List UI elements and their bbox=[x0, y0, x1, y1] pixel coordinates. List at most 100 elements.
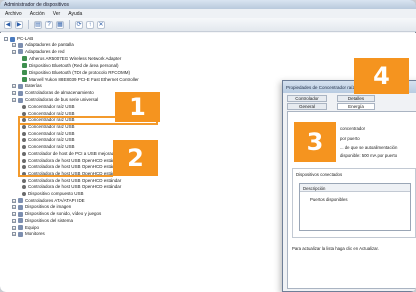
forward-icon[interactable]: ▶ bbox=[15, 20, 23, 29]
tree-device[interactable]: Dispositivo Bluetooth (TDI de protocolo … bbox=[22, 70, 130, 76]
tree-category[interactable]: + Monitores bbox=[12, 231, 45, 237]
network-icon bbox=[22, 63, 27, 69]
toolbar: ◀ ▶ ▤ ? ▦ ⟳ ↑ ✕ bbox=[0, 18, 416, 32]
menu-help[interactable]: Ayuda bbox=[68, 11, 82, 17]
connected-devices-group: Dispositivos conectados Descripción Puer… bbox=[292, 168, 416, 238]
tree-category[interactable]: + Controladoras de bus serie universal bbox=[12, 97, 98, 103]
tree-item-label: Equipo bbox=[25, 224, 40, 230]
uninstall-icon[interactable]: ✕ bbox=[97, 20, 105, 29]
list-header: Descripción bbox=[300, 184, 410, 192]
device-icon bbox=[18, 42, 23, 48]
device-manager-window: Administrador de dispositivos Archivo Ac… bbox=[0, 0, 416, 292]
menu-action[interactable]: Acción bbox=[30, 11, 45, 17]
tree-category[interactable]: + Controladores ATA/ATAPI IDE bbox=[12, 198, 85, 204]
usb-icon bbox=[22, 104, 26, 109]
usb-icon bbox=[22, 111, 26, 116]
expand-icon[interactable]: + bbox=[12, 218, 16, 223]
tree-item-label: Dispositivo Bluetooth (Red de área perso… bbox=[29, 62, 119, 68]
properties-icon[interactable]: ▤ bbox=[34, 20, 42, 29]
expand-icon[interactable]: + bbox=[12, 232, 16, 237]
network-icon bbox=[22, 56, 27, 62]
menu-view[interactable]: Ver bbox=[53, 11, 61, 17]
usb-icon bbox=[22, 185, 26, 190]
tree-category[interactable]: + Controladoras de almacenamiento bbox=[12, 90, 94, 96]
device-icon bbox=[18, 49, 23, 55]
expand-icon[interactable]: + bbox=[12, 49, 16, 54]
properties-dialog: Propiedades de Concentrador raíz USB Con… bbox=[282, 80, 416, 292]
tree-device[interactable]: Dispositivo compuesto USB bbox=[22, 191, 84, 197]
device-icon bbox=[18, 211, 23, 217]
tree-device[interactable]: Concentrador raíz USB bbox=[22, 104, 75, 110]
usb-icon bbox=[22, 178, 26, 183]
hub-info-line: por puerto bbox=[340, 136, 360, 141]
tree-category[interactable]: + Dispositivos de sonido, vídeo y juegos bbox=[12, 211, 101, 217]
tree-category[interactable]: + Adaptadores de red bbox=[12, 49, 65, 55]
menu-file[interactable]: Archivo bbox=[5, 11, 22, 17]
tree-device[interactable]: Dispositivo Bluetooth (Red de área perso… bbox=[22, 63, 119, 69]
tree-category[interactable]: + Equipo bbox=[12, 225, 39, 231]
tab-controller[interactable]: Controlador bbox=[287, 95, 327, 102]
expand-icon[interactable]: + bbox=[12, 98, 16, 103]
connected-devices-list[interactable]: Descripción Puertos disponibles bbox=[299, 183, 411, 231]
tree-item-label: Marvell Yukon 88E8039 PCI-E Fast Etherne… bbox=[29, 76, 139, 82]
help-icon[interactable]: ? bbox=[45, 20, 53, 29]
callout-4: 4 bbox=[354, 58, 409, 94]
device-icon bbox=[18, 231, 23, 237]
expand-icon[interactable]: + bbox=[12, 198, 16, 203]
tab-power[interactable]: Energía bbox=[337, 103, 375, 110]
menu-bar: Archivo Acción Ver Ayuda bbox=[0, 9, 416, 18]
tree-item-label: Controladoras de almacenamiento bbox=[25, 90, 94, 96]
collapse-icon[interactable]: - bbox=[4, 37, 8, 41]
tree-device[interactable]: Atheros AR5007EG Wireless Network Adapte… bbox=[22, 56, 121, 62]
expand-icon[interactable]: + bbox=[12, 91, 16, 96]
tree-category[interactable]: + Baterías bbox=[12, 83, 42, 89]
device-icon bbox=[18, 204, 23, 210]
network-icon bbox=[22, 70, 27, 76]
tree-item-label: Baterías bbox=[25, 83, 42, 89]
dialog-tabs: Controlador Detalles General Energía bbox=[287, 95, 416, 111]
tree-item-label: Controladora de host USB OpenHCD estánda… bbox=[28, 184, 122, 190]
tree-item-label: Concentrador raíz USB bbox=[28, 103, 75, 109]
expand-icon[interactable]: + bbox=[12, 225, 16, 230]
back-icon[interactable]: ◀ bbox=[4, 20, 12, 29]
update-driver-icon[interactable]: ↑ bbox=[86, 20, 94, 29]
toolbar-separator bbox=[28, 20, 29, 29]
tree-item-label: Dispositivos de sonido, vídeo y juegos bbox=[25, 211, 102, 217]
tree-item-label: Controladoras de bus serie universal bbox=[25, 97, 99, 103]
tree-item-label: Dispositivo Bluetooth (TDI de protocolo … bbox=[29, 69, 131, 75]
tree-category[interactable]: + Dispositivos de imagen bbox=[12, 204, 71, 210]
view-icon[interactable]: ▦ bbox=[56, 20, 64, 29]
hub-info-line: ... de que se autoalimentación bbox=[340, 145, 398, 150]
callout-3: 3 bbox=[294, 122, 336, 162]
expand-icon[interactable]: + bbox=[12, 84, 16, 89]
expand-icon[interactable]: + bbox=[12, 43, 16, 47]
tree-item-label: Dispositivos de imagen bbox=[25, 204, 72, 210]
device-icon bbox=[18, 218, 23, 224]
highlight-usb-hubs bbox=[18, 124, 113, 177]
window-title: Administrador de dispositivos bbox=[0, 0, 416, 9]
expand-icon[interactable]: + bbox=[12, 212, 16, 217]
hub-info-line: concentrador bbox=[340, 126, 366, 131]
tab-details[interactable]: Detalles bbox=[337, 95, 375, 102]
device-icon bbox=[18, 83, 23, 89]
scan-hardware-icon[interactable]: ⟳ bbox=[75, 20, 83, 29]
tree-category[interactable]: + Dispositivos del sistema bbox=[12, 218, 73, 224]
tree-item-label: Adaptadores de red bbox=[25, 48, 65, 54]
device-icon bbox=[18, 225, 23, 230]
tree-item-label: Monitores bbox=[25, 231, 45, 237]
list-item[interactable]: Puertos disponibles bbox=[310, 197, 348, 202]
expand-icon[interactable]: + bbox=[12, 205, 16, 210]
callout-2: 2 bbox=[113, 140, 158, 176]
tree-device[interactable]: Controladora de host USB OpenHCD estánda… bbox=[22, 184, 121, 190]
usb-icon bbox=[22, 192, 26, 196]
tree-category[interactable]: + Adaptadores de pantalla bbox=[12, 42, 74, 48]
tree-item-label: Dispositivo compuesto USB bbox=[28, 191, 84, 196]
tree-device[interactable]: Marvell Yukon 88E8039 PCI-E Fast Etherne… bbox=[22, 77, 139, 83]
tree-item-label: Atheros AR5007EG Wireless Network Adapte… bbox=[29, 55, 122, 61]
toolbar-separator bbox=[69, 20, 70, 29]
tree-device[interactable]: Controladora de host USB OpenHCD estánda… bbox=[22, 178, 121, 184]
network-icon bbox=[22, 77, 27, 82]
device-icon bbox=[18, 198, 23, 204]
device-icon bbox=[18, 90, 23, 96]
tab-general[interactable]: General bbox=[287, 103, 327, 110]
